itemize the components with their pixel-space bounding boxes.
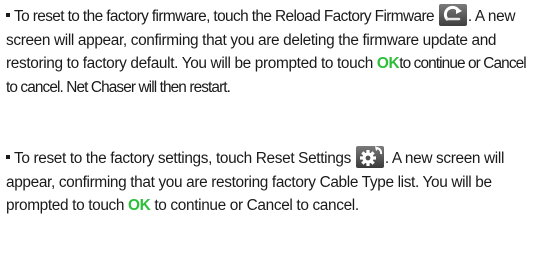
bullet-marker: [6, 155, 10, 160]
paragraph-text-before-icon: To reset to the factory firmware, touch …: [14, 8, 435, 25]
paragraph-text-before-icon: To reset to the factory settings, touch …: [14, 150, 351, 167]
paragraph-reload-firmware: To reset to the factory firmware, touch …: [6, 4, 530, 99]
bullet-marker: [6, 13, 10, 18]
ok-label: OK: [376, 55, 400, 72]
ok-label: OK: [128, 197, 151, 214]
paragraph-reset-settings: To reset to the factory settings, touch …: [6, 146, 530, 218]
paragraph-text-after-ok: to continue or Cancel to cancel.: [154, 197, 359, 214]
reload-arrow-icon: [438, 4, 467, 26]
gear-reset-icon: [355, 146, 384, 168]
document-page: To reset to the factory firmware, touch …: [0, 0, 538, 257]
